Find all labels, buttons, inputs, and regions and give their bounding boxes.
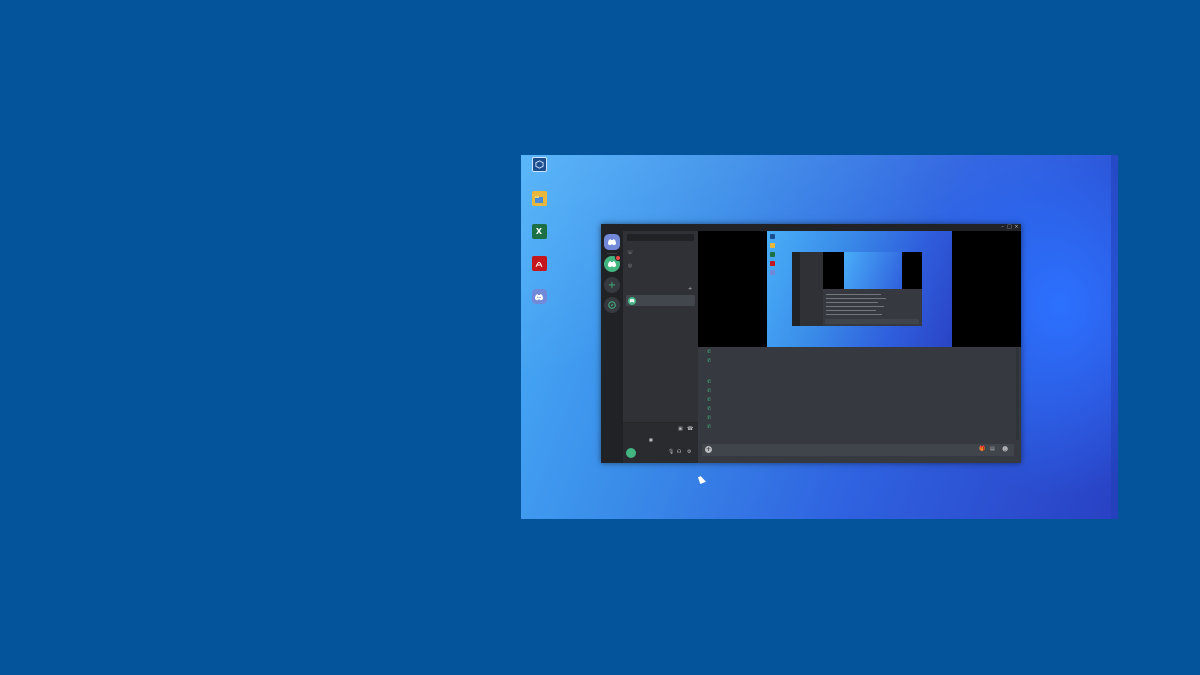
call-message: ✆ — [707, 405, 726, 412]
mini-icon — [770, 234, 775, 239]
mini-server-list — [792, 252, 800, 326]
dm-avatar-button[interactable] — [604, 255, 621, 272]
mini-message — [826, 302, 878, 303]
call-message: ✆ — [707, 396, 726, 403]
gif-icon[interactable]: ▤ — [990, 446, 995, 452]
phone-icon: ✆ — [707, 357, 712, 364]
gear-icon[interactable]: ⚙ — [687, 449, 691, 455]
mini-message — [826, 294, 881, 295]
screen-share-icon[interactable]: ▣ — [678, 426, 683, 432]
desktop-icon-acrobat[interactable] — [522, 256, 556, 273]
mini-compose — [825, 319, 919, 324]
mini-message — [826, 314, 882, 315]
separator — [607, 253, 617, 254]
mini-stream — [823, 252, 922, 289]
gift-icon[interactable]: 🎁 — [979, 446, 985, 452]
folder-app-icon — [531, 191, 547, 206]
mini-message — [826, 298, 886, 299]
call-message: ✆ — [707, 387, 726, 394]
dm-item[interactable] — [626, 295, 695, 306]
phone-icon: ✆ — [707, 396, 712, 403]
nitro-icon: ◎ — [627, 262, 633, 269]
message-list: ✆ ✆ ✆ ✆ ✆ ✆ ✆ ✆ — [698, 347, 1021, 440]
call-message: ✆ — [707, 423, 726, 430]
minimize-icon[interactable]: – — [999, 224, 1006, 231]
add-server-button[interactable]: + — [604, 277, 620, 293]
desktop-icon-discord[interactable] — [522, 289, 556, 306]
avatar — [628, 296, 636, 305]
phone-icon: ✆ — [707, 414, 712, 421]
mini-icon — [770, 270, 775, 275]
disconnect-icon[interactable]: ☎ — [687, 426, 693, 432]
maximize-icon[interactable]: □ — [1006, 224, 1013, 231]
video-button[interactable]: ■ — [649, 437, 653, 442]
title-bar: – □ × — [601, 224, 1021, 231]
desktop-screenshot: X – □ × + ☏ ◎ + ▣ ☎ ■ 🎙 ☊ ⚙ ✆ ✆ ✆ ✆ ✆ ✆ … — [521, 155, 1118, 519]
scrollbar[interactable] — [1016, 347, 1019, 440]
screen-share-stream[interactable] — [698, 231, 1021, 347]
emoji-icon[interactable]: ☻ — [1002, 446, 1008, 453]
date-divider — [708, 368, 1008, 374]
shared-screen-preview — [767, 231, 952, 347]
call-message: ✆ — [707, 348, 726, 355]
phone-icon: ✆ — [707, 348, 712, 355]
phone-icon: ✆ — [707, 378, 712, 385]
mini-icon — [770, 252, 775, 257]
search-input[interactable] — [627, 234, 694, 241]
desktop-icon-excel[interactable]: X — [522, 224, 556, 241]
mini-discord-window — [792, 252, 922, 326]
nav-item-friends[interactable]: ☏ — [627, 248, 694, 257]
discord-icon — [608, 261, 616, 268]
phone-icon: ✆ — [707, 387, 712, 394]
add-dm-button[interactable]: + — [688, 286, 692, 292]
discord-icon — [608, 239, 616, 246]
compass-icon — [608, 301, 616, 309]
explore-button[interactable] — [604, 297, 620, 313]
close-icon[interactable]: × — [1013, 224, 1020, 231]
call-message: ✆ — [707, 414, 726, 421]
excel-icon: X — [531, 224, 547, 239]
acrobat-icon — [531, 256, 547, 271]
mouse-cursor-icon — [697, 475, 707, 484]
mini-icon — [770, 261, 775, 266]
mini-stream-screen — [844, 252, 902, 289]
app-cube-icon — [531, 157, 547, 172]
discord-icon — [531, 289, 547, 304]
discord-window: – □ × + ☏ ◎ + ▣ ☎ ■ 🎙 ☊ ⚙ ✆ ✆ ✆ ✆ ✆ ✆ ✆ … — [601, 224, 1021, 463]
mini-channel-sidebar — [800, 252, 823, 326]
message-input[interactable]: + 🎁 ▤ ☻ — [702, 444, 1014, 456]
phone-icon: ✆ — [707, 423, 712, 430]
friends-icon: ☏ — [627, 249, 634, 256]
user-panel: 🎙 ☊ ⚙ — [623, 443, 698, 463]
avatar — [626, 448, 636, 458]
mini-message — [826, 306, 884, 307]
desktop-icon-app[interactable] — [522, 157, 556, 174]
mini-message — [826, 310, 876, 311]
channel-sidebar: ☏ ◎ + ▣ ☎ ■ 🎙 ☊ ⚙ — [623, 231, 698, 463]
call-message: ✆ — [707, 357, 726, 364]
mini-icon — [770, 243, 775, 248]
attach-button[interactable]: + — [705, 446, 712, 453]
headphones-icon[interactable]: ☊ — [677, 449, 681, 455]
home-button[interactable] — [604, 234, 620, 250]
voice-panel: ▣ ☎ ■ — [623, 422, 698, 443]
nav-item-nitro[interactable]: ◎ — [627, 261, 694, 270]
server-list: + — [601, 231, 623, 463]
phone-icon: ✆ — [707, 405, 712, 412]
microphone-icon[interactable]: 🎙 — [668, 449, 674, 455]
notification-badge — [615, 255, 621, 261]
camera-icon: ■ — [649, 437, 653, 442]
call-message: ✆ — [707, 378, 726, 385]
desktop-icon-folder-app[interactable] — [522, 191, 556, 208]
